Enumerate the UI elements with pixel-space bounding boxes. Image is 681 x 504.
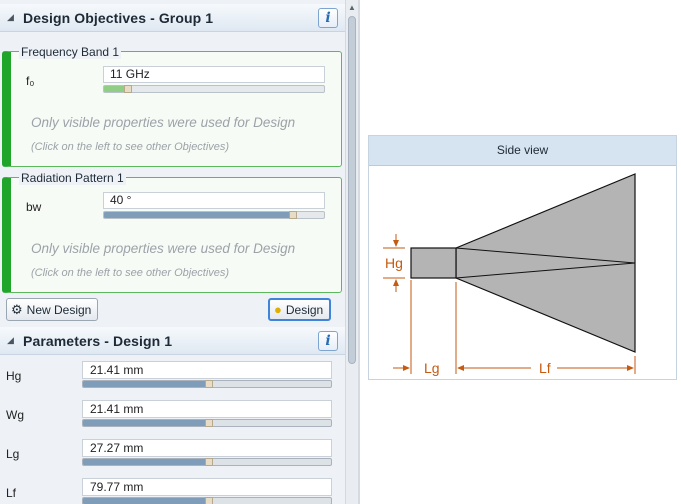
scroll-up-arrow-icon[interactable]: ▲: [348, 3, 356, 12]
lf-arrow-right-icon: [627, 365, 634, 371]
slider-fill: [104, 212, 291, 218]
objectives-hint: (Click on the left to see other Objectiv…: [31, 141, 230, 153]
new-design-button[interactable]: ⚙ New Design: [6, 298, 99, 321]
lg-arrow-icon: [403, 365, 410, 371]
param-label-wg: Wg: [6, 408, 24, 422]
hg-arrow-bottom-icon: [393, 279, 399, 286]
visible-properties-note: Only visible properties were used for De…: [31, 241, 296, 256]
vertical-scrollbar[interactable]: ▲: [345, 0, 358, 504]
param-slider-lg[interactable]: [82, 458, 332, 466]
param-label-lg: Lg: [6, 447, 20, 461]
slider-fill: [83, 498, 207, 504]
design-button[interactable]: ● Design: [268, 298, 332, 321]
lightbulb-icon: ●: [274, 302, 282, 317]
param-slider-wg[interactable]: [82, 419, 332, 427]
objectives-hint: (Click on the left to see other Objectiv…: [31, 267, 230, 279]
frequency-slider[interactable]: [103, 85, 325, 93]
info-icon[interactable]: i: [318, 8, 338, 28]
objective-legend: Frequency Band 1: [19, 45, 122, 59]
slider-thumb[interactable]: [124, 85, 132, 93]
scroll-thumb[interactable]: [348, 16, 356, 364]
objective-legend: Radiation Pattern 1: [19, 171, 126, 185]
collapse-chevron-icon[interactable]: ◢: [7, 335, 19, 346]
horn-flare: [455, 173, 636, 353]
visible-properties-note: Only visible properties were used for De…: [31, 115, 296, 130]
objective-frequency-band[interactable]: Frequency Band 1 f₀ 11 GHz Only visible …: [2, 45, 342, 167]
slider-thumb[interactable]: [205, 497, 213, 504]
slider-fill: [83, 420, 207, 426]
frequency-value-field[interactable]: 11 GHz: [103, 66, 325, 83]
param-slider-hg[interactable]: [82, 380, 332, 388]
hg-dimension-label: Hg: [385, 255, 403, 271]
param-value-lf[interactable]: 79.77 mm: [82, 478, 332, 496]
design-label: Design: [285, 302, 324, 317]
slider-thumb[interactable]: [205, 380, 213, 388]
slider-thumb[interactable]: [289, 211, 297, 219]
gears-icon: ⚙: [11, 301, 23, 317]
lg-dimension-label: Lg: [424, 360, 440, 376]
param-value-lg[interactable]: 27.27 mm: [82, 439, 332, 457]
panel-splitter[interactable]: [358, 0, 360, 504]
waveguide: [410, 247, 457, 279]
hg-arrow-top-icon: [393, 240, 399, 247]
param-label-hg: Hg: [6, 369, 22, 383]
slider-thumb[interactable]: [205, 458, 213, 466]
beamwidth-value-field[interactable]: 40 °: [103, 192, 325, 209]
info-icon[interactable]: i: [318, 331, 338, 351]
collapse-chevron-icon[interactable]: ◢: [7, 12, 19, 23]
beamwidth-slider[interactable]: [103, 211, 325, 219]
slider-fill: [104, 86, 126, 92]
slider-fill: [83, 459, 207, 465]
objectives-header[interactable]: ◢ Design Objectives - Group 1 i: [0, 4, 345, 32]
lf-arrow-left-icon: [457, 365, 464, 371]
property-label: bw: [26, 200, 42, 214]
param-slider-lf[interactable]: [82, 497, 332, 504]
lf-dimension-label: Lf: [539, 360, 551, 376]
objectives-title: Design Objectives - Group 1: [23, 9, 214, 26]
slider-thumb[interactable]: [205, 419, 213, 427]
side-view-panel: Side view Hg Lg Lf: [368, 135, 677, 380]
parameters-title: Parameters - Design 1: [23, 332, 173, 349]
property-label: f₀: [26, 74, 35, 88]
left-panel: ◢ Design Objectives - Group 1 i Frequenc…: [0, 0, 345, 504]
param-value-hg[interactable]: 21.41 mm: [82, 361, 332, 379]
param-label-lf: Lf: [6, 486, 17, 500]
slider-fill: [83, 381, 207, 387]
parameters-header[interactable]: ◢ Parameters - Design 1 i: [0, 327, 345, 355]
horn-side-view-diagram: Hg Lg Lf: [383, 173, 636, 376]
param-value-wg[interactable]: 21.41 mm: [82, 400, 332, 418]
new-design-label: New Design: [26, 302, 92, 317]
objective-radiation-pattern[interactable]: Radiation Pattern 1 bw 40 ° Only visible…: [2, 171, 342, 293]
